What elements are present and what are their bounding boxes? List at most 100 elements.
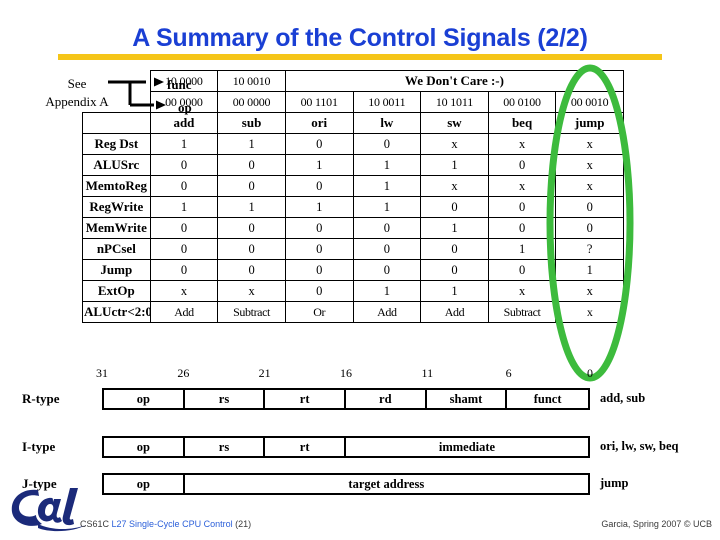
cell-add-regwrite: 1: [149, 196, 219, 218]
cell-sub-aluctr-2-0: Subtract: [217, 301, 286, 323]
cell-add-aluctr-2-0: Add: [149, 301, 219, 323]
op-code-beq: 00 0100: [487, 91, 557, 113]
footer-course: CS61C: [80, 519, 110, 529]
func-row: 10 0000 10 0010 We Don't Care :-): [82, 70, 625, 92]
cell-sub-reg-dst: 1: [217, 133, 286, 155]
format-row-j-type: op target address: [102, 473, 590, 495]
cell-beq-aluctr-2-0: Subtract: [487, 301, 557, 323]
format-field-rs: rs: [185, 438, 266, 456]
format-note-j-type: jump: [600, 476, 629, 490]
column-header-sub: sub: [217, 112, 286, 134]
cell-beq-reg-dst: x: [487, 133, 557, 155]
table-row: RegWrite 1 1 1 1 0 0 0: [82, 196, 624, 218]
bit-number-16: 16: [340, 366, 352, 380]
header-row-spacer: [82, 112, 151, 134]
cell-sw-memwrite: 1: [420, 217, 489, 239]
format-row-r-type: op rs rt rd shamt funct: [102, 388, 590, 410]
bit-number-26: 26: [177, 366, 190, 380]
dont-care-cell: We Don't Care :-): [284, 70, 625, 92]
cell-jump-alusrc: x: [555, 154, 624, 176]
table-row: Jump 0 0 0 0 0 0 1: [82, 259, 624, 281]
signal-name-npcsel: nPCsel: [82, 238, 151, 260]
column-header-row: add sub ori lw sw beq jump: [82, 112, 624, 134]
cell-lw-npcsel: 0: [352, 238, 422, 260]
column-header-add: add: [149, 112, 219, 134]
signal-name-aluctr-2-0: ALUctr<2:0>: [82, 301, 151, 323]
cell-ori-reg-dst: 0: [284, 133, 354, 155]
cell-jump-reg-dst: x: [555, 133, 624, 155]
cell-jump-memtoreg: x: [555, 175, 624, 197]
cell-sw-alusrc: 1: [420, 154, 489, 176]
signal-name-memwrite: MemWrite: [82, 217, 151, 239]
format-note-r-type: add, sub: [600, 391, 646, 405]
cell-lw-jump: 0: [352, 259, 422, 281]
cell-sub-memtoreg: 0: [217, 175, 286, 197]
bit-number-6: 6: [505, 366, 512, 380]
page-title: A Summary of the Control Signals (2/2): [132, 24, 588, 52]
cell-sw-reg-dst: x: [420, 133, 489, 155]
func-row-spacer: [82, 70, 151, 92]
cell-add-memtoreg: 0: [149, 175, 219, 197]
op-code-lw: 10 0011: [352, 91, 422, 113]
cell-beq-regwrite: 0: [487, 196, 557, 218]
bit-number-11: 11: [421, 366, 434, 380]
cell-add-npcsel: 0: [149, 238, 219, 260]
table-row: ALUctr<2:0>AddSubtractOrAddAddSubtractx: [82, 301, 624, 323]
cell-jump-regwrite: 0: [555, 196, 624, 218]
format-field-rt: rt: [265, 438, 346, 456]
format-label-r-type: R-type: [22, 391, 60, 406]
format-note-i-type: ori, lw, sw, beq: [600, 439, 679, 453]
signal-name-jump: Jump: [82, 259, 151, 281]
cell-lw-reg-dst: 0: [352, 133, 422, 155]
cell-sub-memwrite: 0: [217, 217, 286, 239]
func-code-add: 10 0000: [149, 70, 219, 92]
format-field-rt: rt: [265, 390, 346, 408]
cell-jump-extop: x: [555, 280, 624, 302]
signal-name-extop: ExtOp: [82, 280, 151, 302]
signal-name-memtoreg: MemtoReg: [82, 175, 151, 197]
footer-lecture: L27 Single-Cycle CPU Control: [111, 519, 233, 529]
op-code-sw: 10 1011: [420, 91, 489, 113]
signal-name-reg-dst: Reg Dst: [82, 133, 151, 155]
format-field-target-address: target address: [348, 476, 425, 491]
op-row-spacer: [82, 91, 151, 113]
cell-lw-aluctr-2-0: Add: [352, 301, 422, 323]
cell-beq-memtoreg: x: [487, 175, 557, 197]
cell-lw-memtoreg: 1: [352, 175, 422, 197]
cell-sw-memtoreg: x: [420, 175, 489, 197]
cell-beq-memwrite: 0: [487, 217, 557, 239]
title-underline-rule: [58, 54, 662, 60]
op-row: 00 0000 00 0000 00 1101 10 0011 10 1011 …: [82, 91, 624, 113]
cell-sub-npcsel: 0: [217, 238, 286, 260]
format-label-i-type: I-type: [22, 439, 56, 454]
column-header-ori: ori: [284, 112, 354, 134]
cell-jump-memwrite: 0: [555, 217, 624, 239]
bit-number-31: 31: [96, 366, 108, 380]
op-code-jump: 00 0010: [555, 91, 624, 113]
column-header-jump: jump: [555, 112, 624, 134]
column-header-lw: lw: [352, 112, 422, 134]
table-row: Reg Dst 1 1 0 0 x x x: [82, 133, 624, 155]
cell-ori-extop: 0: [284, 280, 354, 302]
footer-credit: Garcia, Spring 2007 © UCB: [601, 519, 712, 529]
cell-ori-jump: 0: [284, 259, 354, 281]
signal-name-regwrite: RegWrite: [82, 196, 151, 218]
cell-ori-aluctr-2-0: Or: [284, 301, 354, 323]
cell-lw-memwrite: 0: [352, 217, 422, 239]
footer-left: CS61C L27 Single-Cycle CPU Control (21): [80, 519, 251, 529]
cell-jump-aluctr-2-0: x: [555, 301, 624, 323]
format-row-i-type: op rs rt immediate: [102, 436, 590, 458]
signal-name-alusrc: ALUSrc: [82, 154, 151, 176]
column-header-sw: sw: [420, 112, 489, 134]
cell-ori-memtoreg: 0: [284, 175, 354, 197]
column-header-beq: beq: [487, 112, 557, 134]
format-field-funct: funct: [533, 391, 562, 406]
cell-lw-alusrc: 1: [352, 154, 422, 176]
cell-ori-npcsel: 0: [284, 238, 354, 260]
cell-sw-jump: 0: [420, 259, 489, 281]
op-code-add: 00 0000: [149, 91, 219, 113]
op-code-ori: 00 1101: [284, 91, 354, 113]
cell-add-jump: 0: [149, 259, 219, 281]
cell-beq-alusrc: 0: [487, 154, 557, 176]
op-code-sub: 00 0000: [217, 91, 286, 113]
